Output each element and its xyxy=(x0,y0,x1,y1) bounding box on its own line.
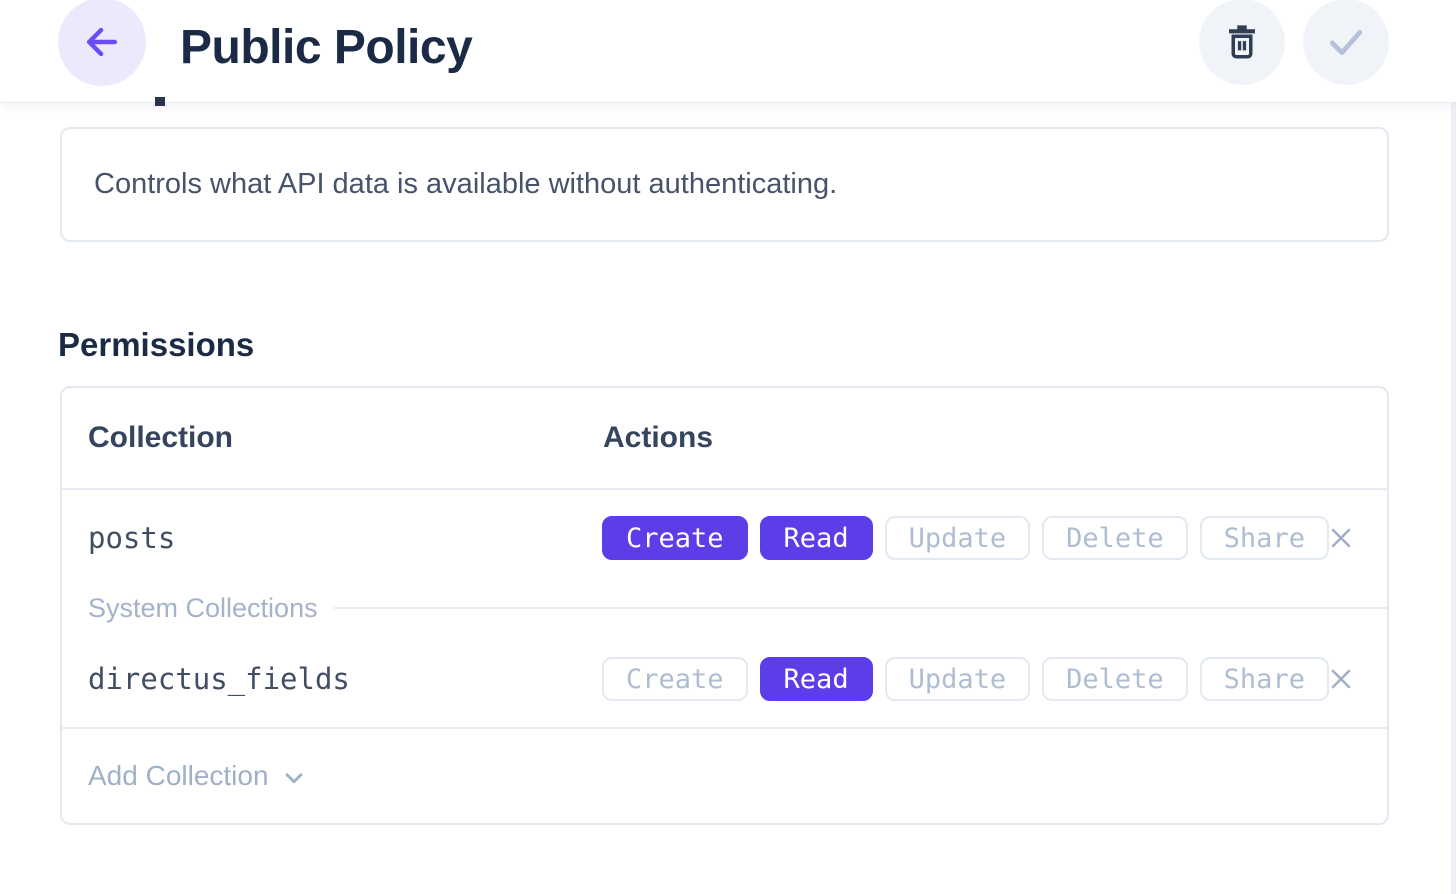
page-title: Public Policy xyxy=(180,0,472,96)
add-collection-button[interactable]: Add Collection xyxy=(62,727,1387,823)
action-create-button[interactable]: Create xyxy=(602,657,748,701)
action-update-button[interactable]: Update xyxy=(885,516,1031,560)
scrollbar-track[interactable] xyxy=(1451,0,1456,894)
description-field[interactable]: Controls what API data is available with… xyxy=(60,127,1389,242)
delete-button[interactable] xyxy=(1199,0,1285,85)
remove-row-button[interactable] xyxy=(1324,662,1358,696)
collection-name: directus_fields xyxy=(88,662,350,696)
back-button[interactable] xyxy=(58,0,146,86)
action-update-button[interactable]: Update xyxy=(885,657,1031,701)
actions-group: Create Read Update Delete Share xyxy=(602,516,1329,560)
save-button[interactable] xyxy=(1303,0,1389,85)
header: Public Policy xyxy=(0,0,1456,103)
permissions-table: Collection Actions posts Create Read Upd… xyxy=(60,386,1389,825)
action-read-button[interactable]: Read xyxy=(760,657,873,701)
action-share-button[interactable]: Share xyxy=(1200,657,1329,701)
permissions-heading: Permissions xyxy=(58,326,254,364)
action-create-button[interactable]: Create xyxy=(602,516,748,560)
collection-name: posts xyxy=(88,521,175,555)
system-collections-divider: System Collections xyxy=(88,586,1387,630)
description-value: Controls what API data is available with… xyxy=(94,168,837,201)
clipped-field-label-descender xyxy=(155,97,165,106)
arrow-left-icon xyxy=(80,20,124,64)
action-share-button[interactable]: Share xyxy=(1200,516,1329,560)
action-read-button[interactable]: Read xyxy=(760,516,873,560)
table-row-directus-fields: directus_fields Create Read Update Delet… xyxy=(62,630,1387,728)
action-delete-button[interactable]: Delete xyxy=(1042,516,1188,560)
system-collections-label: System Collections xyxy=(88,593,318,624)
table-row-posts: posts Create Read Update Delete Share xyxy=(62,490,1387,586)
add-collection-label: Add Collection xyxy=(88,760,269,792)
action-delete-button[interactable]: Delete xyxy=(1042,657,1188,701)
chevron-down-icon xyxy=(279,763,309,793)
remove-row-button[interactable] xyxy=(1324,521,1358,555)
trash-icon xyxy=(1221,21,1263,63)
x-icon xyxy=(1326,664,1356,694)
column-header-collection: Collection xyxy=(88,388,233,488)
divider-line xyxy=(334,607,1387,609)
check-icon xyxy=(1324,20,1368,64)
x-icon xyxy=(1326,523,1356,553)
actions-group: Create Read Update Delete Share xyxy=(602,657,1329,701)
column-header-actions: Actions xyxy=(603,388,713,488)
